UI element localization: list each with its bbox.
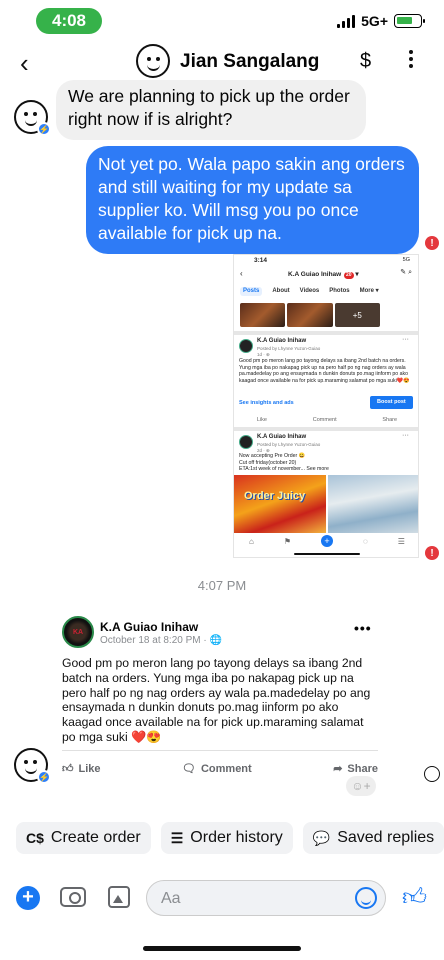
shot-badge: 20 (344, 272, 354, 279)
shot-boost-button: Boost post (370, 396, 413, 409)
contact-avatar-small[interactable]: ⚡ (14, 748, 51, 784)
shot-tab: Photos (329, 288, 350, 294)
thumbs-up-icon[interactable]: 👍︎ (402, 884, 427, 912)
page-logo[interactable]: KA (62, 616, 94, 648)
message-composer: + Aa 👍︎ (0, 880, 444, 916)
conversation-header: ‹ Jian Sangalang $ (0, 40, 444, 84)
network-label: 5G+ (361, 13, 388, 29)
emoji-icon[interactable] (355, 887, 377, 909)
divider (62, 750, 378, 751)
order-history-button[interactable]: ☰ Order history (160, 822, 293, 854)
outgoing-message[interactable]: Not yet po. Wala papo sakin ang orders a… (86, 146, 419, 254)
shot-photo-strip: +5 (240, 303, 380, 327)
shot-like: Like (256, 417, 267, 423)
add-reaction-icon[interactable]: ☺+ (346, 776, 376, 796)
shot-share: Share (382, 417, 398, 423)
shot-post-text: Now accepting Pre Order 😀 Cut off friday… (239, 453, 329, 472)
dollar-icon[interactable]: $ (360, 50, 371, 73)
shot-post-actions: Like Comment Share (234, 417, 418, 424)
contact-avatar-small[interactable]: ⚡ (14, 100, 51, 136)
shot-comment: Comment (312, 417, 337, 423)
plus-icon[interactable]: + (16, 886, 40, 910)
shot-more-icon: ··· (402, 432, 409, 439)
contact-name[interactable]: Jian Sangalang (180, 51, 319, 73)
create-order-button[interactable]: C$ Create order (16, 822, 151, 854)
messenger-badge-icon: ⚡ (37, 770, 51, 784)
shared-post-card[interactable]: KA K.A Guiao Inihaw October 18 at 8:20 P… (52, 610, 380, 786)
shot-tab: Videos (299, 288, 320, 294)
message-timestamp: 4:07 PM (197, 578, 247, 593)
post-text: Good pm po meron lang po tayong delays s… (62, 656, 371, 744)
share-icon: ➦ (333, 763, 343, 775)
status-time: 4:08 (36, 8, 102, 34)
shot-status-time: 3:14 (254, 257, 268, 264)
signal-icon (337, 14, 356, 28)
contact-avatar[interactable] (136, 44, 170, 78)
saved-replies-button[interactable]: 💬 Saved replies (302, 822, 444, 854)
like-button[interactable]: 👍︎ Like (62, 762, 101, 776)
message-placeholder: Aa (161, 890, 181, 907)
shot-tab: More ▾ (359, 288, 379, 294)
status-icons: 5G+ (337, 13, 425, 29)
shot-tab: About (272, 288, 290, 294)
post-actions: 👍︎ Like 🗨︎ Comment ➦ Share (62, 762, 378, 776)
shot-post-date: 1d · ⊕ (257, 352, 270, 357)
camera-icon[interactable] (60, 887, 86, 907)
message-input[interactable]: Aa (146, 880, 386, 916)
post-page-name[interactable]: K.A Guiao Inihaw (100, 620, 198, 634)
sent-screenshot-image[interactable]: 3:14 5G ‹ K.A Guiao Inihaw 20 ▾ ✎ ⌕ Post… (233, 254, 419, 558)
thumbs-up-icon: 👍︎ (62, 763, 74, 775)
shot-product-image (328, 475, 418, 533)
chat-bubbles-icon: 💬 (312, 829, 331, 846)
shot-post-name: K.A Guiao Inihaw (257, 338, 307, 344)
shot-insights-link: See insights and ads (239, 400, 294, 406)
currency-icon: C$ (26, 830, 44, 846)
post-more-icon[interactable]: ••• (354, 620, 372, 636)
comment-button[interactable]: 🗨︎ Comment (182, 762, 252, 776)
shot-page-logo (239, 339, 253, 353)
battery-icon (394, 14, 425, 28)
comment-icon: 🗨︎ (182, 763, 196, 775)
shot-status-network: 5G (402, 257, 410, 263)
quick-actions-bar: C$ Create order ☰ Order history 💬 Saved rep… (16, 822, 444, 854)
shot-tabs: Posts About Videos Photos More ▾ (240, 287, 410, 296)
shot-edit-search-icon: ✎ ⌕ (400, 269, 412, 276)
shot-more-icon: ··· (402, 336, 409, 343)
shot-bottom-nav: ⌂ ⚑ + ◌ ☰ (249, 535, 405, 547)
shot-page-logo (239, 435, 253, 449)
list-icon: ☰ (170, 829, 184, 846)
home-indicator (143, 946, 301, 951)
read-receipt-avatar (424, 766, 440, 782)
send-error-icon[interactable]: ! (425, 236, 439, 250)
messenger-badge-icon: ⚡ (37, 122, 51, 136)
chevron-left-icon[interactable]: ‹ (20, 48, 29, 79)
share-button[interactable]: ➦ Share (333, 762, 378, 776)
post-date: October 18 at 8:20 PM · 🌐 (100, 635, 222, 646)
shot-product-image: Order Juicy (234, 475, 326, 533)
gallery-icon[interactable] (108, 886, 130, 908)
shot-post-text: Good pm po meron lang po tayong delays s… (239, 358, 410, 384)
shot-post-name: K.A Guiao Inihaw (257, 434, 307, 440)
more-vertical-icon[interactable] (408, 50, 414, 68)
incoming-message[interactable]: We are planning to pick up the order rig… (56, 80, 366, 140)
shot-back-icon: ‹ (240, 269, 243, 278)
send-error-icon[interactable]: ! (425, 546, 439, 560)
shot-tab: Posts (240, 287, 263, 296)
shot-page-title: K.A Guiao Inihaw 20 ▾ (288, 271, 359, 279)
